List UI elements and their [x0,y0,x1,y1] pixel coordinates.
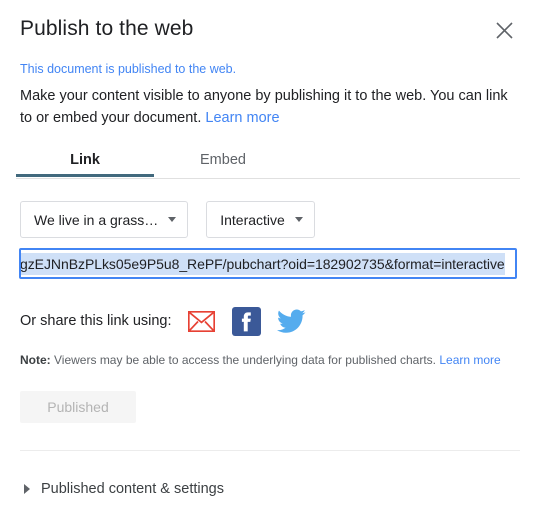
dialog-description: Make your content visible to anyone by p… [20,85,516,129]
published-button[interactable]: Published [20,391,136,423]
publish-to-web-dialog: Publish to the web This document is publ… [0,0,536,523]
published-url-value: gzEJNnBzPLks05e9P5u8_RePF/pubchart?oid=1… [21,252,505,275]
format-selector-value: Interactive [220,211,285,228]
chevron-down-icon [168,217,177,222]
format-selector-dropdown[interactable]: Interactive [206,201,315,238]
sheet-selector-value: We live in a grass… [34,211,159,228]
dropdown-row: We live in a grass… Interactive [20,201,315,238]
close-icon [495,21,513,39]
chevron-down-icon [294,217,303,222]
gmail-icon[interactable] [187,306,217,336]
expander-label: Published content & settings [41,481,224,497]
tab-bar: Link Embed [16,148,520,180]
tab-divider [16,178,520,179]
tab-embed[interactable]: Embed [154,148,292,177]
note-prefix: Note: [20,353,51,367]
tab-link[interactable]: Link [16,148,154,177]
triangle-right-icon [24,484,30,494]
publish-status-text: This document is published to the web. [20,62,237,76]
share-label: Or share this link using: [20,313,172,329]
facebook-icon[interactable] [232,306,262,336]
page-title: Publish to the web [20,17,194,40]
published-content-settings-expander[interactable]: Published content & settings [24,478,224,500]
published-url-input[interactable]: gzEJNnBzPLks05e9P5u8_RePF/pubchart?oid=1… [19,248,517,279]
note-text: Note: Viewers may be able to access the … [20,352,501,369]
section-divider [20,450,520,451]
note-body: Viewers may be able to access the underl… [54,353,437,367]
learn-more-link-description[interactable]: Learn more [205,110,279,126]
learn-more-link-note[interactable]: Learn more [439,353,500,367]
sheet-selector-dropdown[interactable]: We live in a grass… [20,201,189,238]
twitter-icon[interactable] [277,306,307,336]
share-row: Or share this link using: [20,306,322,336]
close-button[interactable] [488,14,520,46]
